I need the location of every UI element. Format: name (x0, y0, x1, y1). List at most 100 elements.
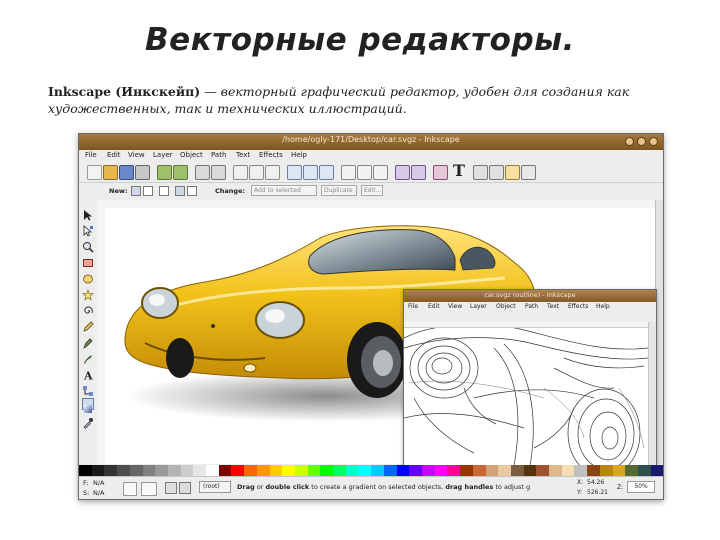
pencil-tool-icon[interactable] (82, 318, 94, 332)
minimize-button[interactable] (625, 137, 634, 146)
gradient-select[interactable]: Add to selected (251, 185, 317, 196)
pen-tool-icon[interactable] (82, 334, 94, 350)
palette-swatch[interactable] (91, 465, 105, 476)
unlink-clone-icon[interactable] (373, 165, 388, 180)
outline-menu-help[interactable]: Help (596, 303, 610, 310)
menu-edit[interactable]: Edit (107, 151, 121, 159)
palette-swatch[interactable] (447, 465, 461, 476)
group-icon[interactable] (395, 165, 410, 180)
opacity-spin[interactable] (141, 482, 157, 496)
redo-icon[interactable] (211, 165, 226, 180)
export-icon[interactable] (173, 165, 188, 180)
menu-effects[interactable]: Effects (259, 151, 283, 159)
node-tool-icon[interactable] (82, 222, 94, 237)
palette-swatch[interactable] (79, 465, 92, 476)
menu-help[interactable]: Help (291, 151, 307, 159)
menu-file[interactable]: File (85, 151, 97, 159)
color-palette[interactable] (79, 465, 663, 476)
palette-swatch[interactable] (434, 465, 448, 476)
palette-swatch[interactable] (282, 465, 295, 476)
palette-swatch[interactable] (536, 465, 550, 476)
outline-menu-text[interactable]: Text (547, 303, 559, 310)
menu-object[interactable]: Object (180, 151, 203, 159)
connector-tool-icon[interactable] (82, 382, 94, 396)
align-icon[interactable] (489, 165, 504, 180)
save-icon[interactable] (119, 165, 134, 180)
text-tool-icon[interactable]: A (82, 366, 94, 383)
menu-path[interactable]: Path (211, 151, 226, 159)
palette-swatch[interactable] (320, 465, 334, 476)
rectangle-tool-icon[interactable] (82, 254, 94, 267)
dropper-tool-icon[interactable] (82, 414, 94, 429)
zoom-tool-icon[interactable] (82, 238, 94, 253)
palette-swatch[interactable] (244, 465, 257, 476)
menu-layer[interactable]: Layer (153, 151, 173, 159)
palette-swatch[interactable] (396, 465, 410, 476)
outline-menu-file[interactable]: File (408, 303, 418, 310)
outline-menu-edit[interactable]: Edit (428, 303, 440, 310)
palette-swatch[interactable] (180, 465, 194, 476)
star-tool-icon[interactable] (82, 286, 94, 301)
palette-swatch[interactable] (472, 465, 486, 476)
linear-gradient-button[interactable] (131, 186, 141, 196)
palette-swatch[interactable] (218, 465, 232, 476)
gradient-tool-icon[interactable] (82, 398, 94, 413)
palette-swatch[interactable] (307, 465, 321, 476)
palette-swatch[interactable] (155, 465, 168, 476)
palette-swatch[interactable] (587, 465, 600, 476)
zoom-selection-icon[interactable] (287, 165, 302, 180)
palette-swatch[interactable] (371, 465, 384, 476)
palette-swatch[interactable] (599, 465, 613, 476)
palette-swatch[interactable] (574, 465, 588, 476)
eye-icon[interactable] (165, 482, 177, 494)
palette-swatch[interactable] (510, 465, 524, 476)
palette-swatch[interactable] (498, 465, 511, 476)
zoom-drawing-icon[interactable] (303, 165, 318, 180)
palette-swatch[interactable] (523, 465, 537, 476)
palette-swatch[interactable] (409, 465, 422, 476)
spiral-tool-icon[interactable] (82, 302, 94, 314)
print-icon[interactable] (135, 165, 150, 180)
edit-gradient-button[interactable]: Edit... (361, 185, 383, 196)
clone-icon[interactable] (357, 165, 372, 180)
text-font-icon[interactable]: T (451, 163, 467, 179)
palette-swatch[interactable] (485, 465, 499, 476)
zoom-field[interactable]: 50% (627, 481, 655, 493)
palette-swatch[interactable] (345, 465, 359, 476)
fill-stroke-icon[interactable] (433, 165, 448, 180)
preferences-icon[interactable] (505, 165, 520, 180)
cut-icon[interactable] (249, 165, 264, 180)
open-icon[interactable] (103, 165, 118, 180)
outline-scrollbar[interactable] (648, 322, 656, 466)
palette-swatch[interactable] (256, 465, 270, 476)
on-stroke-button[interactable] (175, 186, 185, 196)
zoom-page-icon[interactable] (319, 165, 334, 180)
menu-text[interactable]: Text (236, 151, 250, 159)
palette-swatch[interactable] (460, 465, 473, 476)
palette-swatch[interactable] (142, 465, 156, 476)
palette-swatch[interactable] (104, 465, 118, 476)
palette-swatch[interactable] (167, 465, 181, 476)
palette-swatch[interactable] (358, 465, 372, 476)
paste-icon[interactable] (265, 165, 280, 180)
undo-icon[interactable] (195, 165, 210, 180)
duplicate-icon[interactable] (341, 165, 356, 180)
outline-menu-effects[interactable]: Effects (568, 303, 588, 310)
palette-swatch[interactable] (294, 465, 308, 476)
palette-swatch[interactable] (269, 465, 283, 476)
outline-menu-path[interactable]: Path (525, 303, 538, 310)
document-properties-icon[interactable] (521, 165, 536, 180)
copy-icon[interactable] (233, 165, 248, 180)
layer-select[interactable]: (root) (199, 481, 231, 493)
palette-swatch[interactable] (117, 465, 130, 476)
palette-swatch[interactable] (612, 465, 626, 476)
outline-menu-view[interactable]: View (448, 303, 462, 310)
lock-icon[interactable] (179, 482, 191, 494)
close-button[interactable] (649, 137, 658, 146)
palette-swatch[interactable] (333, 465, 346, 476)
menu-view[interactable]: View (128, 151, 145, 159)
on-fill-button[interactable] (159, 186, 169, 196)
ellipse-tool-icon[interactable] (82, 270, 94, 284)
palette-swatch[interactable] (231, 465, 245, 476)
palette-swatch[interactable] (129, 465, 143, 476)
